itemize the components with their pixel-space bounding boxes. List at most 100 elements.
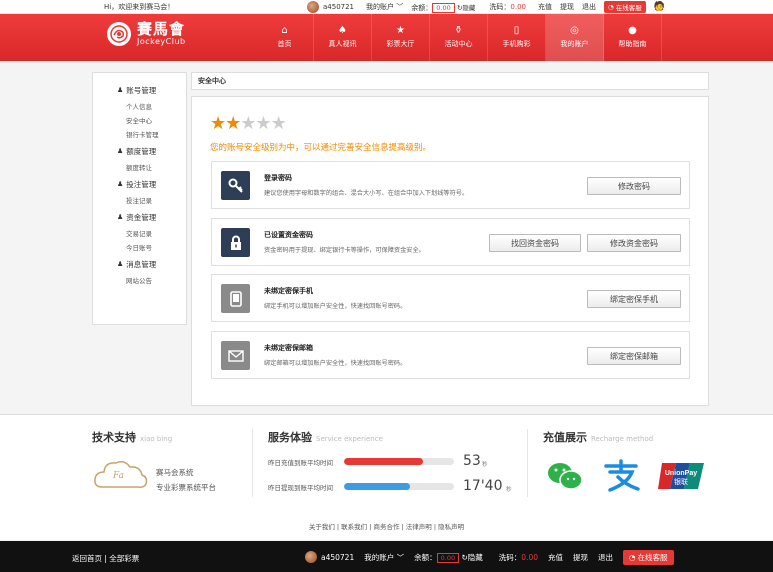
sidebar-head-bets[interactable]: ♟ 投注管理 bbox=[117, 177, 186, 191]
sidebar-item-security[interactable]: 安全中心 bbox=[126, 115, 186, 127]
online-service-label: 在线客服 bbox=[615, 4, 642, 12]
avatar[interactable] bbox=[307, 1, 319, 13]
hide-balance-button[interactable]: ↻隐藏 bbox=[457, 4, 475, 12]
service-value: 17'40 bbox=[463, 478, 503, 494]
wash-label: 洗码： bbox=[498, 552, 522, 562]
my-account-dropdown[interactable]: 我的账户 ﹀ bbox=[364, 552, 404, 563]
balance-label: 余额： bbox=[411, 3, 433, 12]
nav-live-video[interactable]: ♠ 真人视讯 bbox=[314, 14, 372, 61]
sidebar-item-bank[interactable]: 银行卡管理 bbox=[126, 129, 186, 141]
card-title: 未绑定密保邮箱 bbox=[264, 344, 313, 352]
wash-group: 洗码：0.00 bbox=[499, 552, 538, 563]
person-icon: ♟ bbox=[117, 180, 124, 188]
card-desc: 绑定手机可以增加账户安全性，快速找回账号密码。 bbox=[264, 303, 407, 310]
withdraw-link[interactable]: 提现 bbox=[560, 2, 574, 12]
bottom-user-area: a450721 我的账户 ﹀ 余额： 0.00 ↻隐藏 洗码：0.00 充值 提现… bbox=[305, 549, 674, 565]
balance-value: 0.00 bbox=[432, 2, 455, 13]
nav-label: 首页 bbox=[277, 40, 292, 48]
nav-home[interactable]: ⌂ 首页 bbox=[256, 14, 314, 61]
star-empty-icon: ★ bbox=[255, 113, 271, 134]
change-password-button[interactable]: 修改密码 bbox=[587, 177, 681, 195]
wash-group: 洗码：0.00 bbox=[489, 2, 526, 12]
card-mobile: 未绑定密保手机 绑定手机可以增加账户安全性，快速找回账号密码。 绑定密保手机 bbox=[211, 274, 690, 322]
person-icon: ♟ bbox=[117, 213, 124, 221]
unionpay-icon: UnionPay 银联 bbox=[658, 461, 704, 491]
withdraw-link[interactable]: 提现 bbox=[573, 552, 588, 563]
sidebar-item-transactions[interactable]: 交易记录 bbox=[126, 228, 186, 240]
sidebar-group-quota: ♟ 额度管理 额度转让 bbox=[117, 144, 186, 174]
nav-help-guide[interactable]: ● 帮助指南 bbox=[604, 14, 662, 61]
recharge-time-bar bbox=[344, 458, 454, 465]
logo-en: JockeyClub bbox=[137, 37, 186, 46]
my-account-dropdown[interactable]: 我的账户 ﹀ bbox=[366, 2, 403, 12]
card-title: 登录密码 bbox=[264, 174, 292, 182]
recover-fund-password-button[interactable]: 找回资金密码 bbox=[489, 234, 581, 252]
spade-icon: ♠ bbox=[338, 25, 347, 36]
service-value: 53 bbox=[463, 453, 481, 469]
footer-divider bbox=[527, 429, 528, 497]
sidebar-item-announcements[interactable]: 网站公告 bbox=[126, 275, 186, 287]
balance-value: 0.00 bbox=[436, 552, 460, 563]
tech-support-title: 技术支持 xiao bing bbox=[92, 429, 172, 445]
bottom-left-links: 返回首页 | 全部彩票 bbox=[72, 554, 140, 563]
logout-link[interactable]: 退出 bbox=[598, 552, 613, 563]
star-icon: ★ bbox=[396, 25, 405, 36]
sidebar-item-profile[interactable]: 个人信息 bbox=[126, 101, 186, 113]
bind-email-button[interactable]: 绑定密保邮箱 bbox=[587, 347, 681, 365]
star-empty-icon: ★ bbox=[270, 113, 287, 134]
recharge-title-en: Recharge method bbox=[591, 435, 654, 443]
bind-mobile-button[interactable]: 绑定密保手机 bbox=[587, 290, 681, 308]
sidebar-item-today[interactable]: 今日账号 bbox=[126, 242, 186, 254]
wash-value: 0.00 bbox=[510, 3, 527, 11]
mail-icon bbox=[221, 341, 250, 370]
card-desc: 建议您使用字母和数字的组合、混合大小写、在组合中加入下划线等符号。 bbox=[264, 190, 469, 197]
avatar[interactable] bbox=[305, 551, 317, 563]
security-rating: ★★★★★ bbox=[210, 113, 287, 134]
logo[interactable]: 賽馬會 JockeyClub bbox=[107, 22, 186, 46]
online-service-button[interactable]: ◔ 在线客服 bbox=[604, 1, 646, 13]
wash-value: 0.00 bbox=[521, 552, 538, 562]
seal-text: Fa bbox=[113, 471, 124, 481]
sidebar-head-messages[interactable]: ♟ 消息管理 bbox=[117, 257, 186, 271]
bottom-bar: 返回首页 | 全部彩票 a450721 我的账户 ﹀ 余额： 0.00 ↻隐藏 洗… bbox=[0, 541, 773, 572]
nav-label: 活动中心 bbox=[444, 40, 473, 48]
tech-title-cn: 技术支持 bbox=[92, 431, 136, 444]
welcome-text: Hi，欢迎来到赛马会！ bbox=[104, 3, 175, 11]
sidebar-head-account[interactable]: ♟ 账号管理 bbox=[117, 83, 186, 97]
logo-text: 賽馬會 JockeyClub bbox=[137, 22, 186, 47]
star-filled-icon: ★ bbox=[225, 113, 241, 134]
hide-balance-button[interactable]: ↻隐藏 bbox=[462, 553, 483, 562]
security-panel: ★★★★★ 您的账号安全级别为中，可以通过完善安全信息提高级别。 登录密码 建议… bbox=[191, 96, 709, 406]
sidebar-group-messages: ♟ 消息管理 网站公告 bbox=[117, 257, 186, 287]
gift-icon: ⚱ bbox=[454, 25, 463, 36]
nav-label: 手机购彩 bbox=[502, 40, 531, 48]
change-fund-password-button[interactable]: 修改资金密码 bbox=[587, 234, 681, 252]
sidebar-item-transfer[interactable]: 额度转让 bbox=[126, 162, 186, 174]
nav-my-account[interactable]: ◎ 我的账户 bbox=[546, 14, 604, 61]
back-home-link[interactable]: 返回首页 bbox=[72, 554, 102, 563]
wash-label: 洗码： bbox=[489, 3, 511, 11]
service-row-withdraw: 昨日提现到账平均时间 17'40 秒 bbox=[268, 478, 518, 494]
mobile-icon bbox=[221, 284, 250, 313]
online-service-button[interactable]: ◔ 在线客服 bbox=[623, 549, 674, 565]
sidebar-head-quota[interactable]: ♟ 额度管理 bbox=[117, 144, 186, 158]
person-icon: ♟ bbox=[117, 147, 124, 155]
chevron-down-icon: ﹀ bbox=[396, 3, 404, 11]
nav-label: 真人视讯 bbox=[328, 40, 357, 48]
bottom-links[interactable]: 关于我们 | 联系我们 | 商务合作 | 法律声明 | 隐私声明 bbox=[0, 514, 773, 540]
nav-lottery-hall[interactable]: ★ 彩票大厅 bbox=[372, 14, 430, 61]
service-label: 昨日充值到账平均时间 bbox=[268, 459, 333, 467]
nav-mobile-lottery[interactable]: ▯ 手机购彩 bbox=[488, 14, 546, 61]
all-lottery-link[interactable]: 全部彩票 bbox=[109, 554, 139, 563]
key-icon bbox=[221, 171, 250, 200]
chevron-down-icon: ﹀ bbox=[396, 552, 405, 562]
logout-link[interactable]: 退出 bbox=[582, 2, 596, 12]
card-title: 已设置资金密码 bbox=[264, 231, 313, 239]
sidebar-item-bet-records[interactable]: 投注记录 bbox=[126, 195, 186, 207]
sidebar-head-funds[interactable]: ♟ 资金管理 bbox=[117, 210, 186, 224]
recharge-link[interactable]: 充值 bbox=[538, 2, 552, 12]
main-nav: ⌂ 首页 ♠ 真人视讯 ★ 彩票大厅 ⚱ 活动中心 ▯ 手机购彩 ◎ 我的账户 ● 帮助指南 bbox=[256, 14, 662, 61]
sidebar-head-label: 额度管理 bbox=[126, 146, 157, 156]
recharge-link[interactable]: 充值 bbox=[548, 552, 563, 563]
nav-activity-center[interactable]: ⚱ 活动中心 bbox=[430, 14, 488, 61]
